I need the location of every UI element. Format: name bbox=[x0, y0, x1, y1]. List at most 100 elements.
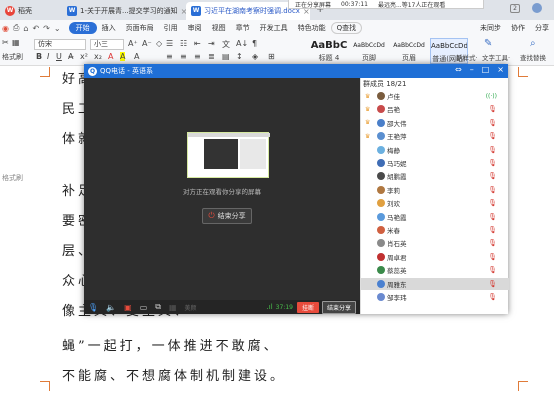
menu-view[interactable]: 视图 bbox=[207, 23, 231, 33]
member-item[interactable]: 马艳霞 🎙 bbox=[361, 211, 509, 223]
mic-muted-icon[interactable]: 🎙 bbox=[488, 213, 497, 221]
member-item[interactable]: 邹李玮 🎙 bbox=[361, 291, 509, 303]
shrink-font-icon[interactable]: A⁻ bbox=[142, 39, 152, 48]
numbering-icon[interactable]: ☷ bbox=[180, 39, 187, 48]
member-item[interactable]: 李莉 🎙 bbox=[361, 184, 509, 196]
member-item[interactable]: 周雅东 🎙 bbox=[361, 277, 509, 290]
more-icon[interactable]: ⌄ bbox=[52, 24, 63, 33]
style-header[interactable]: AaBbCcDd 页眉 bbox=[390, 38, 428, 64]
member-item[interactable]: 刘欢 🎙 bbox=[361, 197, 509, 209]
char-shading-icon[interactable]: A bbox=[134, 52, 139, 61]
tab-doc1[interactable]: W 1-关于开展青...提交学习的通知 × bbox=[62, 2, 186, 20]
shading-icon[interactable]: ◈ bbox=[252, 52, 258, 61]
mic-muted-icon[interactable]: 🎙 bbox=[488, 146, 497, 154]
save-icon[interactable]: ⎙ bbox=[11, 23, 21, 33]
distribute-icon[interactable]: ▤ bbox=[222, 52, 230, 61]
member-item[interactable]: ♛ 卢佳 ((·)) bbox=[361, 90, 509, 102]
speaker-icon[interactable]: 🔈 bbox=[102, 303, 120, 312]
cut-icon[interactable]: ✂ bbox=[2, 38, 9, 47]
window-count-icon[interactable]: 2 bbox=[510, 4, 520, 13]
beauty-icon[interactable]: ▦ bbox=[165, 303, 181, 312]
collaborate-button[interactable]: 协作 bbox=[506, 23, 530, 33]
menu-developer[interactable]: 开发工具 bbox=[255, 23, 293, 33]
member-item[interactable]: 胡鹏霞 🎙 bbox=[361, 170, 509, 182]
menu-review[interactable]: 审阅 bbox=[183, 23, 207, 33]
screenshot-icon[interactable]: ⧉ bbox=[151, 302, 165, 312]
find-replace-icon[interactable]: ⌕ bbox=[530, 38, 536, 49]
highlight-icon[interactable]: A bbox=[120, 52, 126, 61]
mic-muted-icon[interactable]: 🎙 bbox=[488, 253, 497, 261]
mic-on-icon[interactable]: ((·)) bbox=[486, 93, 497, 100]
superscript-icon[interactable]: x² bbox=[80, 52, 88, 61]
sort-icon[interactable]: A↓ bbox=[236, 39, 248, 48]
mic-muted-icon[interactable]: 🎙 bbox=[488, 293, 497, 301]
new-style-button[interactable]: 新样式· bbox=[456, 52, 478, 62]
justify-icon[interactable]: ≣ bbox=[208, 52, 215, 61]
member-item[interactable]: ♛ 邵大伟 🎙 bbox=[361, 117, 509, 129]
align-center-icon[interactable]: ≡ bbox=[180, 52, 187, 61]
member-item[interactable]: ♛ 王艳萍 🎙 bbox=[361, 130, 509, 142]
mic-muted-icon[interactable]: 🎙 bbox=[488, 172, 497, 180]
print-icon[interactable]: ⌂ bbox=[21, 24, 30, 33]
minimize-icon[interactable]: – bbox=[470, 65, 474, 74]
align-left-icon[interactable]: ≡ bbox=[166, 52, 173, 61]
camera-off-icon[interactable]: ▣ bbox=[120, 303, 136, 312]
swap-view-icon[interactable]: ⇔ bbox=[455, 65, 462, 74]
subscript-icon[interactable]: x₂ bbox=[94, 52, 102, 61]
mic-muted-icon[interactable]: 🎙 bbox=[488, 105, 497, 113]
menu-insert[interactable]: 插入 bbox=[97, 23, 121, 33]
redo-icon[interactable]: ↷ bbox=[41, 24, 52, 33]
screen-share-icon[interactable]: ▭ bbox=[136, 303, 152, 312]
member-item[interactable]: 梅静 🎙 bbox=[361, 144, 509, 156]
menu-references[interactable]: 引用 bbox=[159, 23, 183, 33]
grow-font-icon[interactable]: A⁺ bbox=[128, 39, 138, 48]
hangup-button[interactable]: 挂断 bbox=[296, 301, 319, 313]
mic-muted-icon[interactable]: 🎙 bbox=[488, 159, 497, 167]
avatar[interactable] bbox=[532, 3, 542, 13]
share-button[interactable]: 分享 bbox=[530, 23, 554, 33]
font-name-select[interactable]: 仿宋 bbox=[34, 39, 86, 50]
end-share-button[interactable]: ⏻ 结束分享 bbox=[202, 208, 252, 224]
mic-muted-icon[interactable]: 🎙 bbox=[488, 119, 497, 127]
line-spacing-icon[interactable]: ↕ bbox=[236, 52, 243, 61]
menu-chapter[interactable]: 章节 bbox=[231, 23, 255, 33]
mic-muted-icon[interactable]: 🎙 bbox=[488, 239, 497, 247]
bold-icon[interactable]: B bbox=[36, 52, 42, 61]
tab-home[interactable]: W 稻壳 bbox=[0, 2, 64, 20]
undo-icon[interactable]: ↶ bbox=[30, 24, 41, 33]
paste-icon[interactable]: ▦ bbox=[12, 38, 20, 47]
mic-muted-icon[interactable]: 🎙 bbox=[488, 266, 497, 274]
show-marks-icon[interactable]: ¶ bbox=[252, 39, 257, 48]
qq-title-bar[interactable]: Q QQ电话 - 英语系 ⇔ – □ × bbox=[84, 64, 508, 78]
indent-decrease-icon[interactable]: ⇤ bbox=[194, 39, 201, 48]
menu-features[interactable]: 特色功能 bbox=[293, 23, 331, 33]
member-item[interactable]: 周卓君 🎙 bbox=[361, 251, 509, 263]
clear-format-icon[interactable]: ◇ bbox=[156, 39, 162, 48]
style-footer[interactable]: AaBbCcDd 页脚 bbox=[350, 38, 388, 64]
member-item[interactable]: ♛ 吕艳 🎙 bbox=[361, 103, 509, 115]
bullets-icon[interactable]: ☰ bbox=[166, 39, 173, 48]
text-tool-icon[interactable]: ✎ bbox=[484, 38, 492, 49]
strikethrough-icon[interactable]: A̶ bbox=[68, 52, 73, 61]
style-heading4[interactable]: AaBbC 标题 4 bbox=[310, 38, 348, 64]
member-item[interactable]: 马巧妮 🎙 bbox=[361, 157, 509, 169]
beauty-label[interactable]: 美颜 bbox=[181, 303, 201, 312]
member-item[interactable]: 米春 🎙 bbox=[361, 224, 509, 236]
maximize-icon[interactable]: □ bbox=[482, 65, 490, 74]
menu-page-layout[interactable]: 页面布局 bbox=[121, 23, 159, 33]
search-input[interactable]: Q查找 bbox=[330, 22, 363, 34]
chinese-layout-icon[interactable]: 文 bbox=[222, 39, 230, 50]
mic-muted-icon[interactable]: 🎙 bbox=[488, 199, 497, 207]
member-item[interactable]: 肖石英 🎙 bbox=[361, 237, 509, 249]
end-share-toolbar-button[interactable]: 结束分享 bbox=[321, 300, 356, 314]
wps-menu-icon[interactable]: ◉ bbox=[0, 24, 11, 33]
find-replace-button[interactable]: 查找替换 bbox=[520, 52, 546, 62]
sync-status[interactable]: 未同步 bbox=[475, 23, 506, 33]
font-color-icon[interactable]: A bbox=[108, 52, 113, 61]
close-icon[interactable]: × bbox=[497, 65, 504, 74]
indent-increase-icon[interactable]: ⇥ bbox=[208, 39, 215, 48]
align-right-icon[interactable]: ≡ bbox=[194, 52, 201, 61]
mic-muted-icon[interactable]: 🎙 bbox=[488, 186, 497, 194]
mic-muted-icon[interactable]: 🎙 bbox=[488, 226, 497, 234]
underline-icon[interactable]: U bbox=[56, 52, 62, 61]
